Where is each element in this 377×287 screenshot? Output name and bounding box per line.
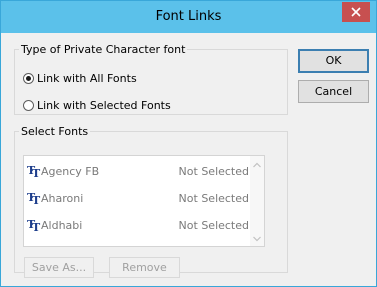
select-fonts-group: Select Fonts T T Agency FB Not Selected … [14,125,288,278]
close-icon [351,7,361,17]
window-title: Font Links [155,9,222,24]
save-as-button[interactable]: Save As... [24,257,94,278]
font-status: Not Selected [178,192,249,205]
close-button[interactable] [342,2,370,22]
svg-text:T: T [32,221,41,232]
cancel-button[interactable]: Cancel [298,80,369,103]
scroll-down-icon[interactable] [253,236,261,242]
radio-button[interactable] [23,99,34,111]
vertical-scrollbar[interactable] [250,156,264,246]
title-bar[interactable]: Font Links [1,1,376,33]
font-status: Not Selected [178,165,249,178]
group-legend: Type of Private Character font [21,43,186,56]
font-links-dialog: Font Links Type of Private Character fon… [0,0,377,287]
font-name: Agency FB [41,165,100,178]
truetype-font-icon: T T [27,164,41,178]
radio-label: Link with All Fonts [37,71,137,85]
radio-label: Link with Selected Fonts [37,98,171,112]
font-status: Not Selected [178,219,249,232]
truetype-font-icon: T T [27,218,41,232]
font-name: Aldhabi [41,219,83,232]
remove-button[interactable]: Remove [109,257,180,278]
list-item[interactable]: T T Aharoni Not Selected [24,188,250,208]
fonts-listbox[interactable]: T T Agency FB Not Selected T T Aharoni N… [23,155,265,247]
list-item[interactable]: T T Agency FB Not Selected [24,161,250,181]
list-item[interactable]: T T Aldhabi Not Selected [24,215,250,235]
truetype-font-icon: T T [27,191,41,205]
radio-link-selected-fonts[interactable]: Link with Selected Fonts [23,97,171,113]
radio-link-all-fonts[interactable]: Link with All Fonts [23,70,137,86]
private-character-font-group: Type of Private Character font Link with… [14,43,288,115]
font-name: Aharoni [41,192,84,205]
ok-button[interactable]: OK [298,49,369,73]
radio-button-checked[interactable] [23,72,34,84]
svg-text:T: T [32,167,41,178]
scroll-up-icon[interactable] [253,162,261,168]
group-legend: Select Fonts [21,125,89,138]
svg-text:T: T [32,194,41,205]
